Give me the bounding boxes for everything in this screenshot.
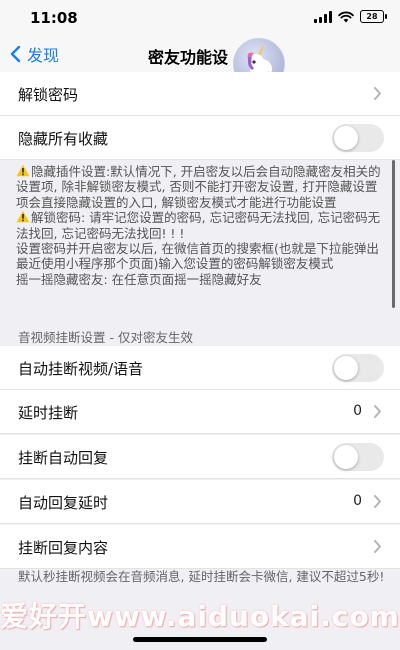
battery-icon: 28	[360, 10, 387, 23]
auto-hangup-label: 自动挂断视频/语音	[18, 360, 144, 378]
info-line-hide-settings: 隐藏插件设置:默认情况下, 开启密友以后会自动隐藏密友相关的设置项, 除非解锁密…	[16, 164, 381, 210]
auto-hangup-row: 自动挂断视频/语音	[0, 346, 400, 390]
toggle-knob	[334, 445, 358, 469]
chevron-right-icon	[374, 405, 381, 418]
footer-note: 默认秒挂断视频会在音频消息, 延时挂断会卡微信, 建议不超过5秒!	[18, 569, 385, 584]
hangup-reply-content-row[interactable]: 挂断回复内容	[0, 525, 400, 569]
chevron-right-icon	[374, 87, 381, 100]
home-indicator[interactable]	[133, 637, 267, 642]
signal-icon	[314, 10, 332, 23]
back-button[interactable]: 发现	[10, 42, 59, 66]
auto-reply-delay-value: 0	[353, 493, 362, 509]
delay-hangup-row[interactable]: 延时挂断 0	[0, 390, 400, 434]
hide-favorites-label: 隐藏所有收藏	[18, 130, 109, 148]
wifi-icon	[338, 11, 354, 22]
page-title: 密友功能设	[148, 48, 229, 67]
watermark: 爱好开www.aiduokai.com	[0, 600, 400, 633]
status-bar: 11:08 28	[0, 0, 400, 36]
toggle-knob	[334, 356, 358, 380]
hide-favorites-toggle[interactable]	[332, 124, 384, 152]
info-text: 隐藏插件设置:默认情况下, 开启密友以后会自动隐藏密友相关的设置项, 除非解锁密…	[16, 164, 388, 287]
section-header: 音视频挂断设置 - 仅对密友生效	[18, 330, 193, 345]
info-paragraph-password: 解锁密码: 请牢记您设置的密码, 忘记密码无法找回, 忘记密码无法找回, 忘记密…	[16, 210, 388, 241]
hangup-auto-reply-label: 挂断自动回复	[18, 449, 109, 467]
toggle-knob	[334, 126, 358, 150]
info-line-set-password: 设置密码并开启密友以后, 在微信首页的搜索框(也就是下拉能弹出最近使用小程序那个…	[16, 241, 379, 272]
hide-favorites-row: 隐藏所有收藏	[0, 116, 400, 160]
info-line-unlock-password: 解锁密码: 请牢记您设置的密码, 忘记密码无法找回, 忘记密码无法找回, 忘记密…	[16, 210, 381, 241]
hangup-auto-reply-row: 挂断自动回复	[0, 435, 400, 479]
back-label: 发现	[27, 46, 60, 65]
warning-icon	[16, 164, 30, 177]
chevron-left-icon	[10, 45, 21, 63]
chevron-right-icon	[374, 540, 381, 553]
info-line-shake: 摇一摇隐藏密友: 在任意页面摇一摇隐藏好友	[16, 271, 262, 287]
status-time: 11:08	[30, 9, 78, 27]
status-icons: 28	[314, 10, 387, 23]
warning-icon	[16, 211, 30, 223]
delay-hangup-label: 延时挂断	[18, 404, 79, 422]
scrollbar[interactable]	[392, 160, 395, 308]
hangup-auto-reply-toggle[interactable]	[332, 443, 384, 471]
info-paragraph-hide: 隐藏插件设置:默认情况下, 开启密友以后会自动隐藏密友相关的设置项, 除非解锁密…	[16, 164, 388, 210]
hangup-reply-content-label: 挂断回复内容	[18, 539, 109, 557]
chevron-right-icon	[374, 495, 381, 508]
unlock-password-row[interactable]: 解锁密码	[0, 72, 400, 116]
auto-hangup-toggle[interactable]	[332, 354, 384, 382]
auto-reply-delay-label: 自动回复延时	[18, 494, 109, 512]
unlock-password-label: 解锁密码	[18, 86, 79, 104]
auto-reply-delay-row[interactable]: 自动回复延时 0	[0, 480, 400, 524]
navigation-bar: 发现 密友功能设	[0, 36, 400, 90]
delay-hangup-value: 0	[353, 403, 362, 419]
